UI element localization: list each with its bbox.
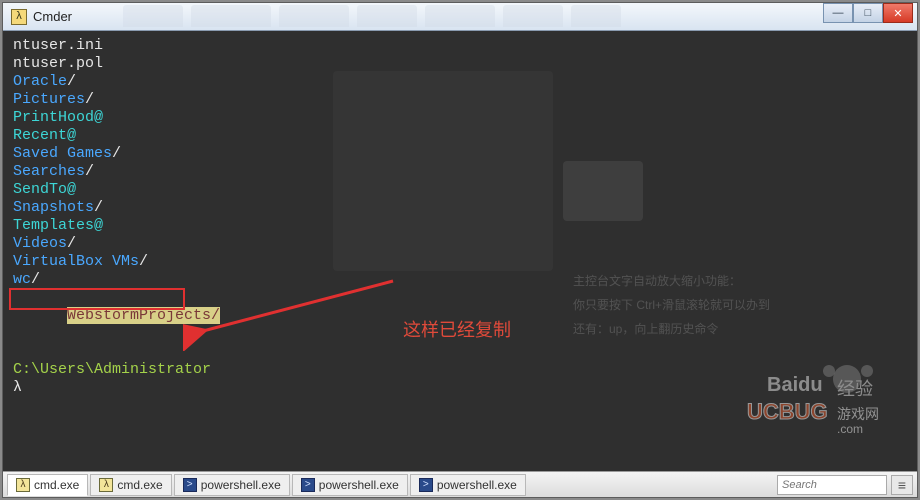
entry-suffix: / bbox=[31, 271, 40, 288]
ghost-hint: 主控台文字自动放大缩小功能： 你只要按下 Ctrl+滑鼠滚轮就可以办到 还有：u… bbox=[563, 266, 893, 344]
bg-tab bbox=[191, 5, 271, 27]
console-tab[interactable]: λ cmd.exe bbox=[7, 474, 88, 496]
entry-suffix: / bbox=[139, 253, 148, 270]
powershell-icon: > bbox=[301, 478, 315, 492]
entry-name: SendTo bbox=[13, 181, 67, 198]
selected-entry[interactable]: WebstormProjects/ bbox=[67, 307, 220, 324]
lambda-icon: λ bbox=[99, 478, 113, 492]
close-button[interactable]: ✕ bbox=[883, 3, 913, 23]
tab-bar: λ cmd.exe λ cmd.exe > powershell.exe > powershe… bbox=[3, 471, 917, 497]
blank-line bbox=[13, 343, 907, 361]
console-tab[interactable]: λ cmd.exe bbox=[90, 474, 171, 496]
entry-name: PrintHood bbox=[13, 109, 94, 126]
entry-name: Searches bbox=[13, 163, 85, 180]
entry-suffix: / bbox=[94, 199, 103, 216]
entry-suffix: / bbox=[85, 163, 94, 180]
tab-label: powershell.exe bbox=[201, 478, 281, 492]
maximize-button[interactable]: □ bbox=[853, 3, 883, 23]
entry-name: Saved Games bbox=[13, 145, 112, 162]
titlebar-left: λ Cmder bbox=[3, 9, 72, 25]
app-icon: λ bbox=[11, 9, 27, 25]
bg-tab bbox=[425, 5, 495, 27]
entry-suffix: / bbox=[67, 73, 76, 90]
svg-text:.com: .com bbox=[837, 422, 863, 436]
terminal[interactable]: 主控台文字自动放大缩小功能： 你只要按下 Ctrl+滑鼠滚轮就可以办到 还有：u… bbox=[3, 31, 917, 471]
entry-suffix: @ bbox=[94, 217, 103, 234]
entry-name: Templates bbox=[13, 217, 94, 234]
ghost-text: 主控台文字自动放大缩小功能： bbox=[573, 272, 883, 290]
bg-tab bbox=[503, 5, 563, 27]
powershell-icon: > bbox=[183, 478, 197, 492]
minimize-button[interactable]: — bbox=[823, 3, 853, 23]
svg-text:游戏网: 游戏网 bbox=[837, 407, 879, 423]
bg-tab bbox=[123, 5, 183, 27]
bg-tab bbox=[571, 5, 621, 27]
tab-label: cmd.exe bbox=[34, 478, 79, 492]
ghost-panel bbox=[333, 71, 553, 271]
entry-suffix: @ bbox=[94, 109, 103, 126]
window-title: Cmder bbox=[33, 9, 72, 24]
entry-suffix: / bbox=[67, 235, 76, 252]
entry-name: VirtualBox VMs bbox=[13, 253, 139, 270]
console-tab[interactable]: > powershell.exe bbox=[410, 474, 526, 496]
console-tab[interactable]: > powershell.exe bbox=[292, 474, 408, 496]
ghost-text: 你只要按下 Ctrl+滑鼠滚轮就可以办到 bbox=[573, 296, 883, 314]
tabs-container: λ cmd.exe λ cmd.exe > powershell.exe > powershe… bbox=[7, 474, 528, 496]
entry-name: ntuser.ini bbox=[13, 37, 103, 54]
entry-name: Videos bbox=[13, 235, 67, 252]
tab-label: powershell.exe bbox=[437, 478, 517, 492]
tab-label: cmd.exe bbox=[117, 478, 162, 492]
prompt-cwd: C:\Users\Administrator bbox=[13, 361, 907, 379]
console-tab[interactable]: > powershell.exe bbox=[174, 474, 290, 496]
entry-name: Oracle bbox=[13, 73, 67, 90]
prompt-symbol[interactable]: λ bbox=[13, 379, 907, 397]
powershell-icon: > bbox=[419, 478, 433, 492]
lambda-icon: λ bbox=[16, 478, 30, 492]
bg-tab bbox=[279, 5, 349, 27]
entry-suffix: / bbox=[112, 145, 121, 162]
entry-suffix: @ bbox=[67, 127, 76, 144]
entry-name: ntuser.pol bbox=[13, 55, 103, 72]
cmder-window: λ Cmder — □ ✕ 主控台文字自动放大缩小功能： 你只要按下 Ctrl+… bbox=[2, 2, 918, 498]
entry-name: Pictures bbox=[13, 91, 85, 108]
tab-label: powershell.exe bbox=[319, 478, 399, 492]
entry-name: Snapshots bbox=[13, 199, 94, 216]
window-buttons: — □ ✕ bbox=[823, 3, 913, 23]
ghost-panel bbox=[563, 161, 643, 221]
listing-entry: ntuser.ini bbox=[13, 37, 907, 55]
menu-button[interactable]: ≡ bbox=[891, 475, 913, 495]
entry-name: Recent bbox=[13, 127, 67, 144]
bg-tab bbox=[357, 5, 417, 27]
ghost-text: 还有：up，向上翻历史命令 bbox=[573, 320, 883, 338]
search-input[interactable] bbox=[777, 475, 887, 495]
titlebar: λ Cmder — □ ✕ bbox=[3, 3, 917, 31]
entry-suffix: @ bbox=[67, 181, 76, 198]
svg-text:UCBUG: UCBUG bbox=[747, 399, 828, 424]
entry-name: wc bbox=[13, 271, 31, 288]
annotation-text: 这样已经复制 bbox=[403, 321, 511, 339]
entry-suffix: / bbox=[85, 91, 94, 108]
background-tabs bbox=[123, 5, 797, 29]
